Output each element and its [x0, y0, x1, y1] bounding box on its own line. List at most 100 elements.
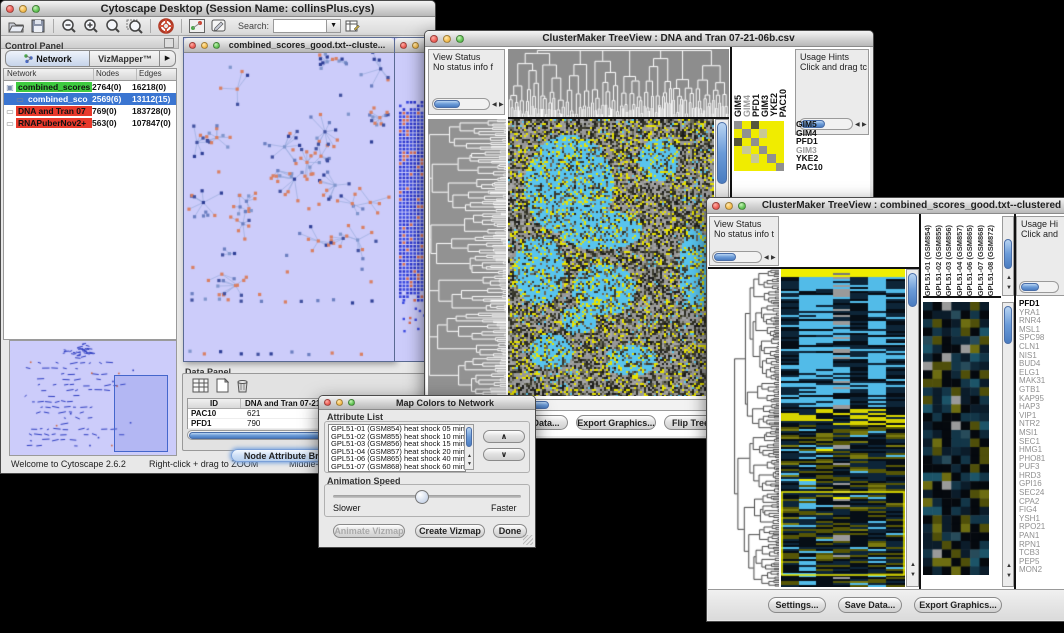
similarity-cell[interactable] — [767, 163, 775, 171]
tv2-save-data-button[interactable]: Save Data... — [838, 597, 902, 613]
similarity-cell[interactable] — [767, 146, 775, 154]
similarity-cell[interactable] — [767, 138, 775, 146]
minimize-icon[interactable] — [19, 5, 27, 13]
tv1-row-dendrogram[interactable] — [428, 119, 506, 397]
zoom-in-icon[interactable] — [81, 18, 101, 35]
birdseye-viewport-rect[interactable] — [114, 375, 168, 452]
tv2-zoom-heatmap[interactable] — [923, 302, 989, 575]
similarity-cell[interactable] — [751, 154, 759, 162]
similarity-cell[interactable] — [751, 121, 759, 129]
tv2-heatmap[interactable] — [781, 269, 905, 587]
similarity-cell[interactable] — [759, 138, 767, 146]
scroll-right-icon[interactable]: ▶ — [862, 122, 867, 128]
attribute-table-icon[interactable] — [342, 18, 362, 35]
minimize-icon[interactable] — [443, 35, 451, 43]
scroll-left-icon[interactable]: ◀ — [855, 122, 860, 128]
dp-col-id[interactable]: ID — [188, 399, 241, 408]
tv1-status-scrollbar[interactable] — [432, 98, 490, 110]
tv2-hints-scrollbar[interactable] — [1019, 281, 1059, 293]
animate-vizmap-button[interactable]: Animate Vizmap — [333, 524, 405, 538]
tv2-status-scrollbar[interactable] — [712, 251, 762, 263]
col-header-network[interactable]: Network — [4, 69, 94, 80]
col-header-nodes[interactable]: Nodes — [94, 69, 137, 80]
move-down-button[interactable]: ∨ — [483, 448, 525, 461]
close-icon[interactable] — [712, 202, 720, 210]
scroll-up-icon[interactable]: ▲ — [467, 453, 472, 459]
new-attribute-icon[interactable] — [212, 377, 232, 394]
scroll-right-icon[interactable]: ▶ — [771, 255, 776, 261]
scroll-down-icon[interactable]: ▼ — [1006, 285, 1012, 291]
tv2-labels-vscrollbar[interactable]: ▲ ▼ — [1002, 216, 1014, 296]
minimize-icon[interactable] — [201, 42, 208, 49]
treeview1-titlebar[interactable]: ClusterMaker TreeView : DNA and Tran 07-… — [425, 31, 873, 47]
move-up-button[interactable]: ∧ — [483, 430, 525, 443]
similarity-cell[interactable] — [742, 121, 750, 129]
network-table-row[interactable]: ▭DNA and Tran 07769(0)183728(0) — [4, 105, 176, 117]
attribute-list-item[interactable]: GPL51-07 (GSM868) heat shock 60 min — [329, 463, 465, 471]
create-vizmap-button[interactable]: Create Vizmap — [415, 524, 485, 538]
similarity-cell[interactable] — [742, 146, 750, 154]
scroll-down-icon[interactable]: ▼ — [1006, 573, 1012, 579]
zoom-window-icon[interactable] — [213, 42, 220, 49]
tab-vizmapper[interactable]: VizMapper™ — [89, 50, 161, 67]
delete-attribute-trash-icon[interactable] — [232, 377, 252, 394]
tv1-column-dendrogram[interactable] — [508, 49, 729, 119]
help-lifering-icon[interactable] — [156, 18, 176, 35]
annotation-icon[interactable] — [209, 18, 229, 35]
similarity-cell[interactable] — [776, 121, 784, 129]
similarity-cell[interactable] — [734, 138, 742, 146]
similarity-cell[interactable] — [734, 154, 742, 162]
close-icon[interactable] — [430, 35, 438, 43]
scroll-up-icon[interactable]: ▲ — [910, 562, 916, 568]
zoom-out-icon[interactable] — [59, 18, 79, 35]
similarity-cell[interactable] — [751, 138, 759, 146]
scroll-down-icon[interactable]: ▼ — [467, 461, 472, 467]
minimize-icon[interactable] — [336, 399, 343, 406]
similarity-cell[interactable] — [734, 146, 742, 154]
network-table-row[interactable]: ▭combined_sco2569(6)13112(15) — [4, 93, 176, 105]
minimize-icon[interactable] — [725, 202, 733, 210]
similarity-cell[interactable] — [742, 163, 750, 171]
similarity-cell[interactable] — [759, 163, 767, 171]
similarity-cell[interactable] — [742, 138, 750, 146]
scroll-down-icon[interactable]: ▼ — [910, 572, 916, 578]
attribute-list[interactable]: GPL51-01 (GSM854) heat shock 05 minGPL51… — [328, 424, 466, 472]
tv2-settings-button[interactable]: Settings... — [768, 597, 826, 613]
similarity-cell[interactable] — [776, 154, 784, 162]
similarity-cell[interactable] — [734, 121, 742, 129]
zoom-fit-icon[interactable] — [103, 18, 123, 35]
done-button[interactable]: Done — [493, 524, 527, 538]
save-session-button[interactable] — [28, 18, 48, 35]
similarity-cell[interactable] — [759, 146, 767, 154]
zoom-selected-icon[interactable] — [125, 18, 145, 35]
treeview2-titlebar[interactable]: ClusterMaker TreeView : combined_scores_… — [707, 198, 1064, 214]
similarity-cell[interactable] — [742, 154, 750, 162]
tv2-gene-label[interactable]: MON2 — [1019, 566, 1064, 575]
scroll-left-icon[interactable]: ◀ — [492, 102, 497, 108]
network-table-row[interactable]: ▭RNAPuberNov2+563(0)107847(0) — [4, 117, 176, 129]
zoom-window-icon[interactable] — [456, 35, 464, 43]
resize-grip[interactable] — [523, 535, 533, 545]
scroll-up-icon[interactable]: ▲ — [1006, 563, 1012, 569]
close-icon[interactable] — [400, 42, 407, 49]
network-image-icon[interactable] — [187, 18, 207, 35]
animation-speed-slider-thumb[interactable] — [415, 490, 429, 504]
search-input[interactable] — [273, 19, 327, 33]
zoom-window-icon[interactable] — [32, 5, 40, 13]
float-panel-icon[interactable] — [164, 38, 174, 48]
birdseye-view[interactable] — [9, 340, 177, 456]
tv2-export-graphics-button[interactable]: Export Graphics... — [914, 597, 1002, 613]
map-colors-titlebar[interactable]: Map Colors to Network — [319, 396, 535, 410]
close-icon[interactable] — [189, 42, 196, 49]
minimize-icon[interactable] — [412, 42, 419, 49]
similarity-cell[interactable] — [767, 154, 775, 162]
similarity-cell[interactable] — [734, 129, 742, 137]
scroll-up-icon[interactable]: ▲ — [1006, 275, 1012, 281]
similarity-cell[interactable] — [751, 129, 759, 137]
similarity-cell[interactable] — [776, 129, 784, 137]
tv1-export-graphics-button[interactable]: Export Graphics... — [576, 415, 656, 430]
tv1-heatmap-hscrollbar[interactable] — [508, 399, 729, 411]
similarity-cell[interactable] — [734, 163, 742, 171]
similarity-cell[interactable] — [767, 129, 775, 137]
close-icon[interactable] — [324, 399, 331, 406]
